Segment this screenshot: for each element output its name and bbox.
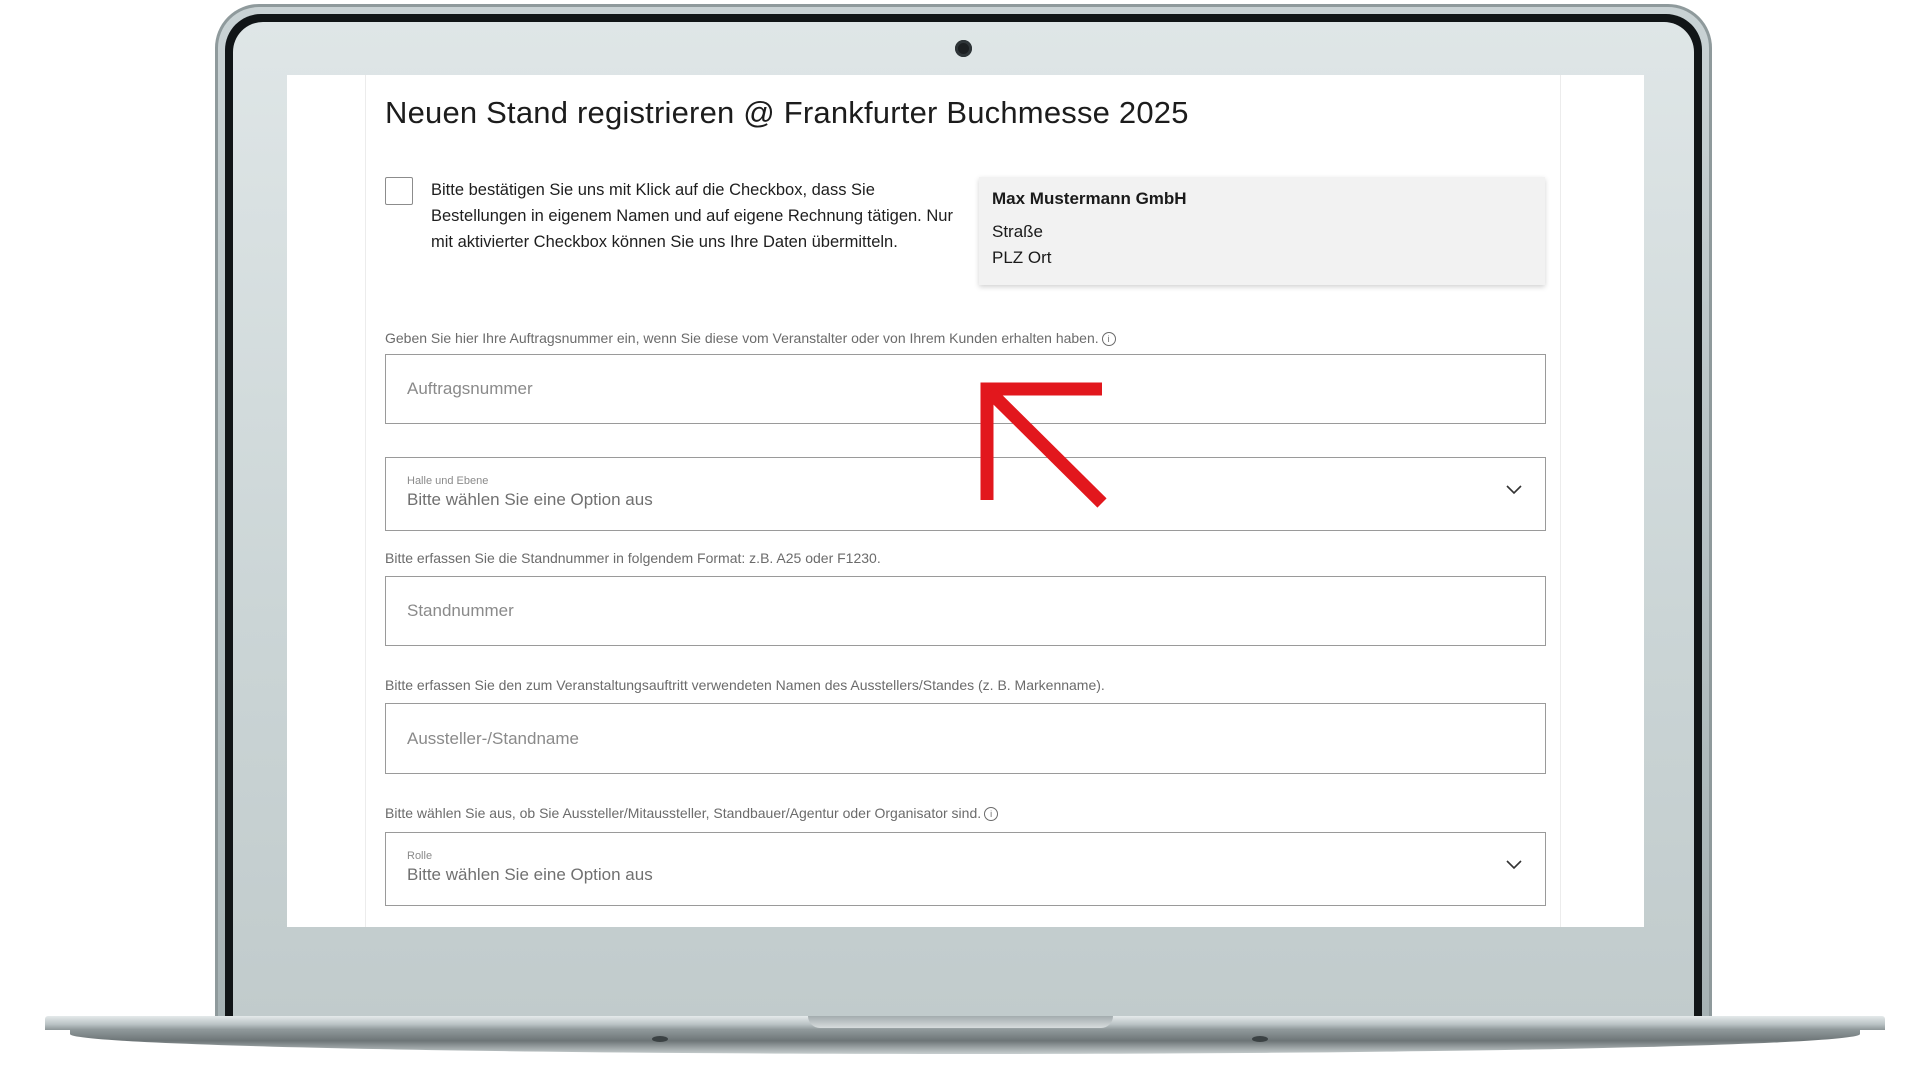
role-select[interactable]: Rolle Bitte wählen Sie eine Option aus	[385, 832, 1546, 906]
stand-name-field[interactable]	[385, 703, 1546, 774]
stand-number-input[interactable]	[386, 577, 1545, 645]
laptop-foot-right	[1252, 1036, 1268, 1042]
webcam	[955, 40, 972, 57]
role-hint: Bitte wählen Sie aus, ob Sie Aussteller/…	[385, 805, 999, 821]
laptop-base-bottom	[70, 1030, 1860, 1054]
role-hint-text: Bitte wählen Sie aus, ob Sie Aussteller/…	[385, 805, 982, 821]
hall-level-value: Bitte wählen Sie eine Option aus	[407, 490, 653, 509]
order-number-field[interactable]	[385, 354, 1546, 424]
chevron-down-icon	[1506, 860, 1522, 870]
address-street: Straße	[992, 222, 1044, 241]
page-title: Neuen Stand registrieren @ Frankfurter B…	[385, 95, 1189, 130]
laptop-foot-left	[652, 1036, 668, 1042]
address-city: PLZ Ort	[992, 248, 1052, 267]
stand-number-hint: Bitte erfassen Sie die Standnummer in fo…	[385, 550, 881, 566]
hall-level-select[interactable]: Halle und Ebene Bitte wählen Sie eine Op…	[385, 457, 1546, 531]
consent-text: Bitte bestätigen Sie uns mit Klick auf d…	[431, 181, 953, 251]
order-number-hint: Geben Sie hier Ihre Auftragsnummer ein, …	[385, 330, 1116, 346]
consent-checkbox[interactable]	[385, 177, 413, 205]
registration-form: Neuen Stand registrieren @ Frankfurter B…	[365, 75, 1561, 927]
laptop-screen: Neuen Stand registrieren @ Frankfurter B…	[287, 75, 1644, 927]
info-icon[interactable]: i	[984, 807, 999, 821]
address-card: Max Mustermann GmbH Straße PLZ Ort	[979, 177, 1545, 285]
role-label: Rolle	[407, 850, 433, 862]
chevron-down-icon	[1506, 485, 1522, 495]
order-number-hint-text: Geben Sie hier Ihre Auftragsnummer ein, …	[385, 330, 1099, 346]
laptop-opening-notch	[808, 1016, 1113, 1028]
role-value: Bitte wählen Sie eine Option aus	[407, 865, 653, 884]
order-number-input[interactable]	[386, 355, 1545, 423]
address-company: Max Mustermann GmbH	[992, 189, 1187, 208]
stand-number-field[interactable]	[385, 576, 1546, 646]
stand-name-input[interactable]	[386, 704, 1545, 773]
hall-level-label: Halle und Ebene	[407, 475, 489, 487]
info-icon[interactable]: i	[1101, 332, 1116, 346]
stand-name-hint: Bitte erfassen Sie den zum Veranstaltung…	[385, 677, 1105, 693]
